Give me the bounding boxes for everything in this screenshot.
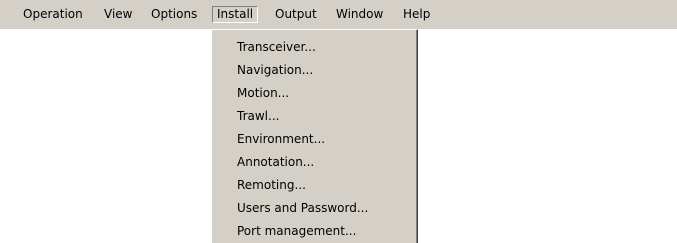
menu-item-port-management[interactable]: Port management... — [215, 220, 413, 242]
menu-bar: Operation View Options Install Output Wi… — [0, 0, 677, 29]
menu-item-environment[interactable]: Environment... — [215, 128, 413, 150]
menu-help[interactable]: Help — [398, 6, 435, 23]
menu-options[interactable]: Options — [146, 6, 202, 23]
menu-window[interactable]: Window — [331, 6, 388, 23]
menu-item-motion[interactable]: Motion... — [215, 82, 413, 104]
menu-view[interactable]: View — [99, 6, 137, 23]
menu-item-annotation[interactable]: Annotation... — [215, 151, 413, 173]
menu-item-transceiver[interactable]: Transceiver... — [215, 36, 413, 58]
menu-item-trawl[interactable]: Trawl... — [215, 105, 413, 127]
menu-install[interactable]: Install — [212, 6, 259, 23]
menu-operation[interactable]: Operation — [18, 6, 88, 23]
menu-item-users-and-password[interactable]: Users and Password... — [215, 197, 413, 219]
menu-item-navigation[interactable]: Navigation... — [215, 59, 413, 81]
menu-output[interactable]: Output — [270, 6, 322, 23]
install-dropdown-menu: Transceiver... Navigation... Motion... T… — [211, 29, 418, 243]
menu-item-remoting[interactable]: Remoting... — [215, 174, 413, 196]
